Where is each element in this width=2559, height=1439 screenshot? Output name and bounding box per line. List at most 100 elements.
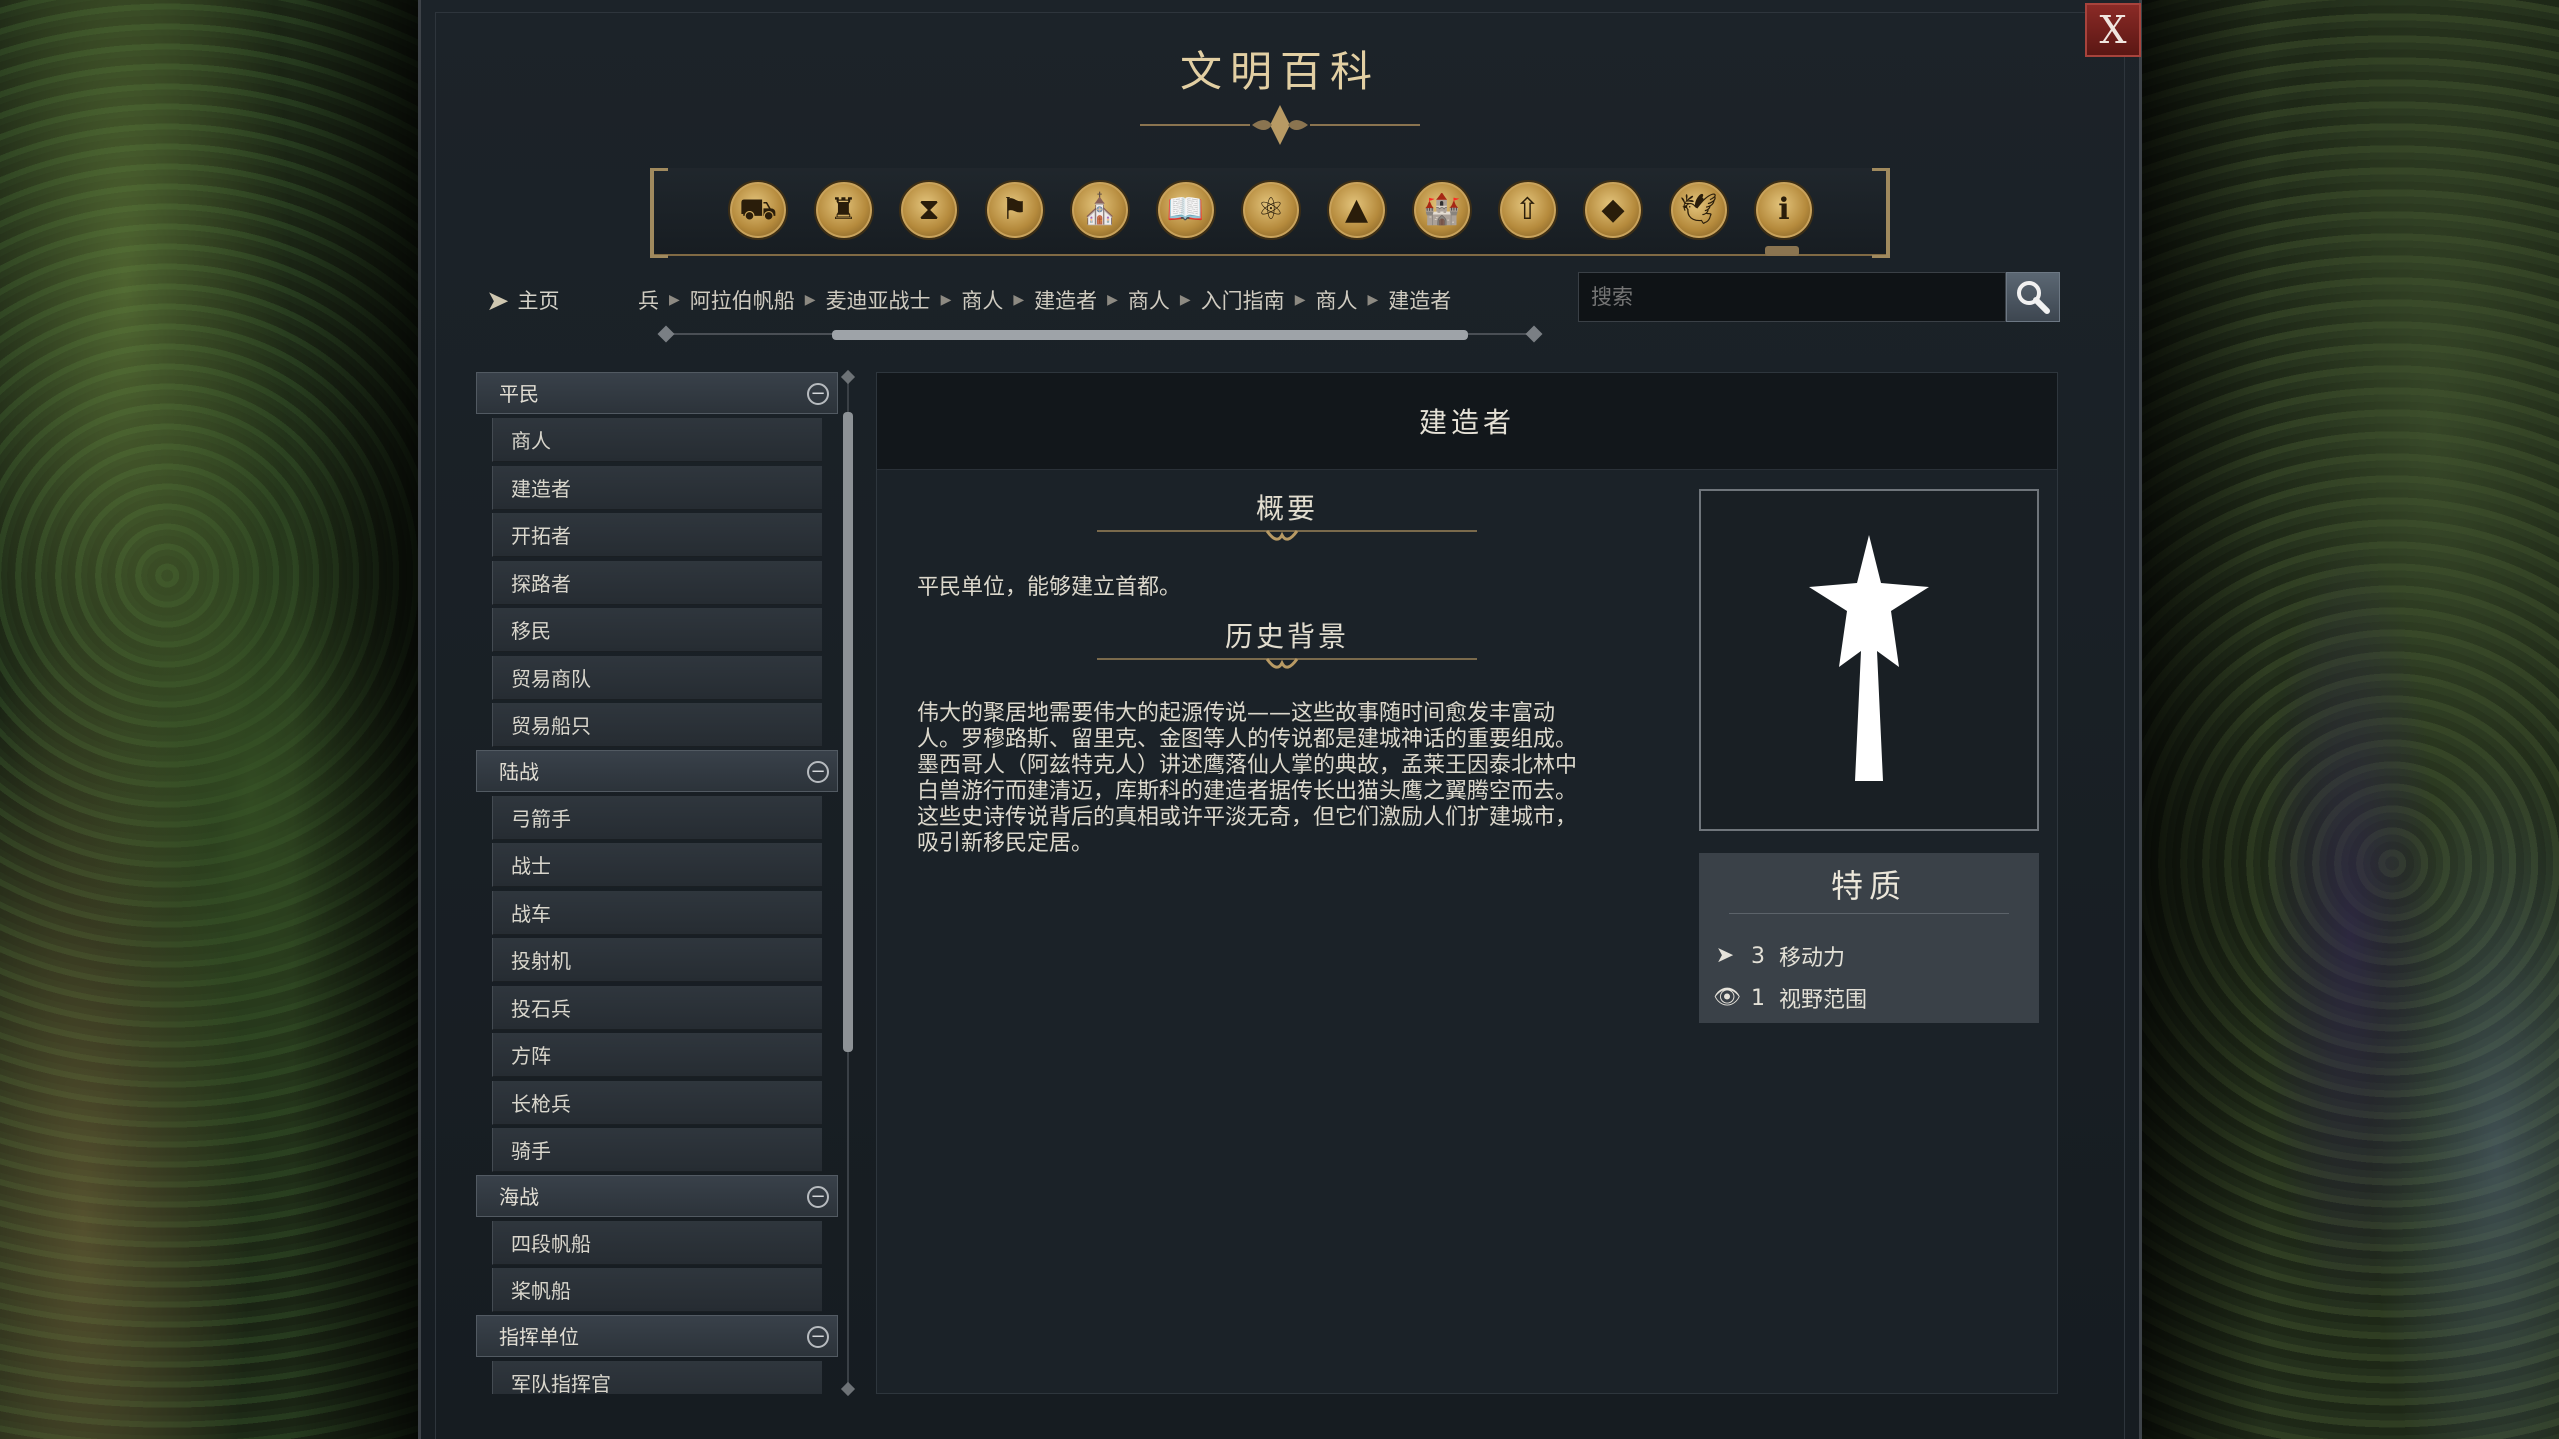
breadcrumb-item[interactable]: 入门指南 bbox=[1191, 285, 1295, 315]
upgrade-icon[interactable]: ⇧ bbox=[1497, 180, 1558, 240]
list-item[interactable]: 贸易船只 bbox=[492, 703, 822, 747]
breadcrumb-separator-icon: ▶ bbox=[1294, 292, 1306, 308]
traits-heading: 特质 bbox=[1830, 867, 1907, 905]
resource-icon[interactable]: ◆ bbox=[1583, 180, 1643, 240]
breadcrumb-item[interactable]: 阿拉伯帆船 bbox=[680, 285, 805, 315]
breadcrumb-item[interactable]: 商人 bbox=[951, 285, 1013, 315]
list-item[interactable]: 商人 bbox=[492, 418, 822, 462]
buildings-icon[interactable]: 🏰 bbox=[1412, 180, 1472, 240]
list-item[interactable]: 四段帆船 bbox=[492, 1220, 822, 1265]
history-line: 吸引新移民定居。 bbox=[917, 831, 1094, 856]
history-heading: 历史背景 bbox=[1224, 620, 1349, 653]
breadcrumb-separator-icon: ▶ bbox=[940, 292, 952, 308]
summary-text: 平民单位，能够建立首都。 bbox=[917, 575, 1182, 600]
eye-icon: 👁 bbox=[1713, 985, 1741, 1010]
category-active-indicator bbox=[1765, 246, 1799, 256]
unit-list-scrollbar[interactable] bbox=[840, 369, 856, 1397]
terrain-icon[interactable]: ▲ bbox=[1326, 180, 1387, 240]
collapse-icon[interactable]: − bbox=[807, 383, 829, 405]
page-title: 文明百科 bbox=[1179, 47, 1380, 96]
list-item[interactable]: 弓箭手 bbox=[492, 795, 822, 840]
list-item[interactable]: 战士 bbox=[492, 843, 822, 887]
builder-unit-icon bbox=[1809, 535, 1929, 781]
book-icon[interactable]: 📖 bbox=[1155, 180, 1216, 240]
list-item[interactable]: 贸易商队 bbox=[492, 655, 822, 700]
unit-portrait bbox=[1699, 489, 2039, 831]
collapse-icon[interactable]: − bbox=[807, 760, 829, 783]
list-scroll-up[interactable] bbox=[840, 369, 856, 385]
article-title: 建造者 bbox=[877, 373, 2057, 470]
breadcrumb-separator-icon: ▶ bbox=[1367, 292, 1379, 308]
close-button[interactable]: X bbox=[2085, 3, 2141, 57]
breadcrumb-separator-icon: ▶ bbox=[1107, 292, 1118, 308]
traits-divider bbox=[1729, 913, 2009, 914]
history-line: 伟大的聚居地需要伟大的起源传说——这些故事随时间愈发丰富动 bbox=[917, 701, 1556, 726]
breadcrumb: 兵 ▶ 阿拉伯帆船 ▶ 麦迪亚战士 ▶ 商人 ▶ 建造者 ▶ 商人 ▶ 入门指南 ▶ 商人 ▶ 建造者 bbox=[628, 280, 1548, 320]
hourglass-icon[interactable]: ⧗ bbox=[899, 180, 959, 240]
list-item[interactable]: 投射机 bbox=[492, 938, 822, 982]
list-item[interactable]: 投石兵 bbox=[492, 985, 822, 1030]
category-bar-left-bracket bbox=[650, 168, 668, 258]
info-icon[interactable]: ℹ bbox=[1754, 180, 1814, 240]
dove-icon[interactable]: 🕊 bbox=[1668, 180, 1729, 240]
title-ornament bbox=[1140, 105, 1420, 145]
search-button[interactable] bbox=[2006, 272, 2060, 322]
history-line: 人。罗穆路斯、留里克、金图等人的传说都是建城神话的重要组成。 bbox=[917, 727, 1578, 752]
breadcrumb-separator-icon: ▶ bbox=[1179, 292, 1191, 308]
atom-icon[interactable]: ⚛ bbox=[1241, 180, 1301, 240]
breadcrumb-item[interactable]: 兵 bbox=[628, 285, 669, 315]
home-button[interactable]: ➤ 主页 bbox=[486, 280, 559, 320]
article-panel: 建造者 概要 平民单位，能够建立首都。 历史背景 伟大的聚居地需要伟大的起源传说… bbox=[876, 372, 2058, 1394]
breadcrumb-separator-icon: ▶ bbox=[669, 292, 680, 308]
breadcrumb-item[interactable]: 建造者 bbox=[1378, 285, 1461, 315]
list-item[interactable]: 军队指挥官 bbox=[492, 1360, 822, 1394]
category-bar-right-bracket bbox=[1872, 168, 1890, 258]
list-item[interactable]: 移民 bbox=[492, 608, 822, 652]
summary-heading: 概要 bbox=[1255, 492, 1318, 525]
breadcrumb-scroll-thumb[interactable] bbox=[832, 330, 1468, 340]
flag-icon[interactable]: ⚑ bbox=[984, 180, 1045, 240]
list-group-header[interactable]: 平民 − bbox=[476, 372, 838, 414]
unit-list: 平民 − 商人 建造者 开拓者 探路者 移民 贸易商队 贸易船只陆战 − 弓箭手 战士 战车 投射机 投石兵… bbox=[476, 372, 838, 1394]
breadcrumb-separator-icon: ▶ bbox=[1013, 292, 1025, 308]
trait-value: 3 bbox=[1751, 943, 1765, 969]
breadcrumb-item[interactable]: 建造者 bbox=[1024, 285, 1107, 315]
game-map-left bbox=[0, 0, 418, 1439]
search-input[interactable] bbox=[1578, 272, 2006, 322]
home-label: 主页 bbox=[517, 289, 560, 313]
goblet-icon[interactable]: ♜ bbox=[813, 180, 874, 240]
units-icon[interactable]: ⛟ bbox=[728, 180, 788, 240]
list-group-label: 指挥单位 bbox=[499, 1324, 579, 1349]
list-group-header[interactable]: 指挥单位 − bbox=[476, 1314, 838, 1357]
list-item[interactable]: 骑手 bbox=[492, 1128, 822, 1172]
history-divider bbox=[1097, 658, 1477, 669]
breadcrumb-scrollbar[interactable] bbox=[657, 325, 1543, 343]
list-group-header[interactable]: 海战 − bbox=[476, 1174, 838, 1217]
list-item[interactable]: 长枪兵 bbox=[492, 1080, 822, 1125]
government-icon[interactable]: ⛪ bbox=[1070, 180, 1130, 240]
game-map-right bbox=[2142, 0, 2559, 1439]
breadcrumb-item[interactable]: 麦迪亚战士 bbox=[816, 285, 941, 315]
breadcrumb-item[interactable]: 商人 bbox=[1305, 285, 1367, 315]
search-icon bbox=[2017, 281, 2050, 314]
history-line: 这些史诗传说背后的真相或许平淡无奇，但它们激励人们扩建城市， bbox=[917, 805, 1578, 830]
history-line: 白兽游行而建清迈，库斯科的建造者据传长出猫头鹰之翼腾空而去。 bbox=[917, 779, 1578, 804]
trait-label: 视野范围 bbox=[1779, 988, 1868, 1013]
trait-row: ➤ 3 移动力 bbox=[1713, 939, 1845, 973]
breadcrumb-item[interactable]: 商人 bbox=[1118, 285, 1180, 315]
list-item[interactable]: 开拓者 bbox=[492, 513, 822, 557]
history-line: 墨西哥人（阿兹特克人）讲述鹰落仙人掌的典故，孟莱王因泰北林中 bbox=[917, 753, 1578, 778]
list-item[interactable]: 桨帆船 bbox=[492, 1268, 822, 1312]
collapse-icon[interactable]: − bbox=[807, 1325, 829, 1348]
list-scroll-down[interactable] bbox=[840, 1381, 856, 1397]
collapse-icon[interactable]: − bbox=[807, 1185, 829, 1208]
list-group-label: 海战 bbox=[499, 1184, 539, 1209]
list-group-header[interactable]: 陆战 − bbox=[476, 749, 838, 792]
list-item[interactable]: 探路者 bbox=[492, 560, 822, 605]
list-scroll-thumb[interactable] bbox=[843, 412, 853, 1052]
list-group-label: 陆战 bbox=[499, 759, 539, 784]
list-item[interactable]: 方阵 bbox=[492, 1033, 822, 1077]
list-item[interactable]: 战车 bbox=[492, 890, 822, 935]
list-item[interactable]: 建造者 bbox=[492, 465, 822, 510]
summary-divider bbox=[1097, 530, 1477, 541]
